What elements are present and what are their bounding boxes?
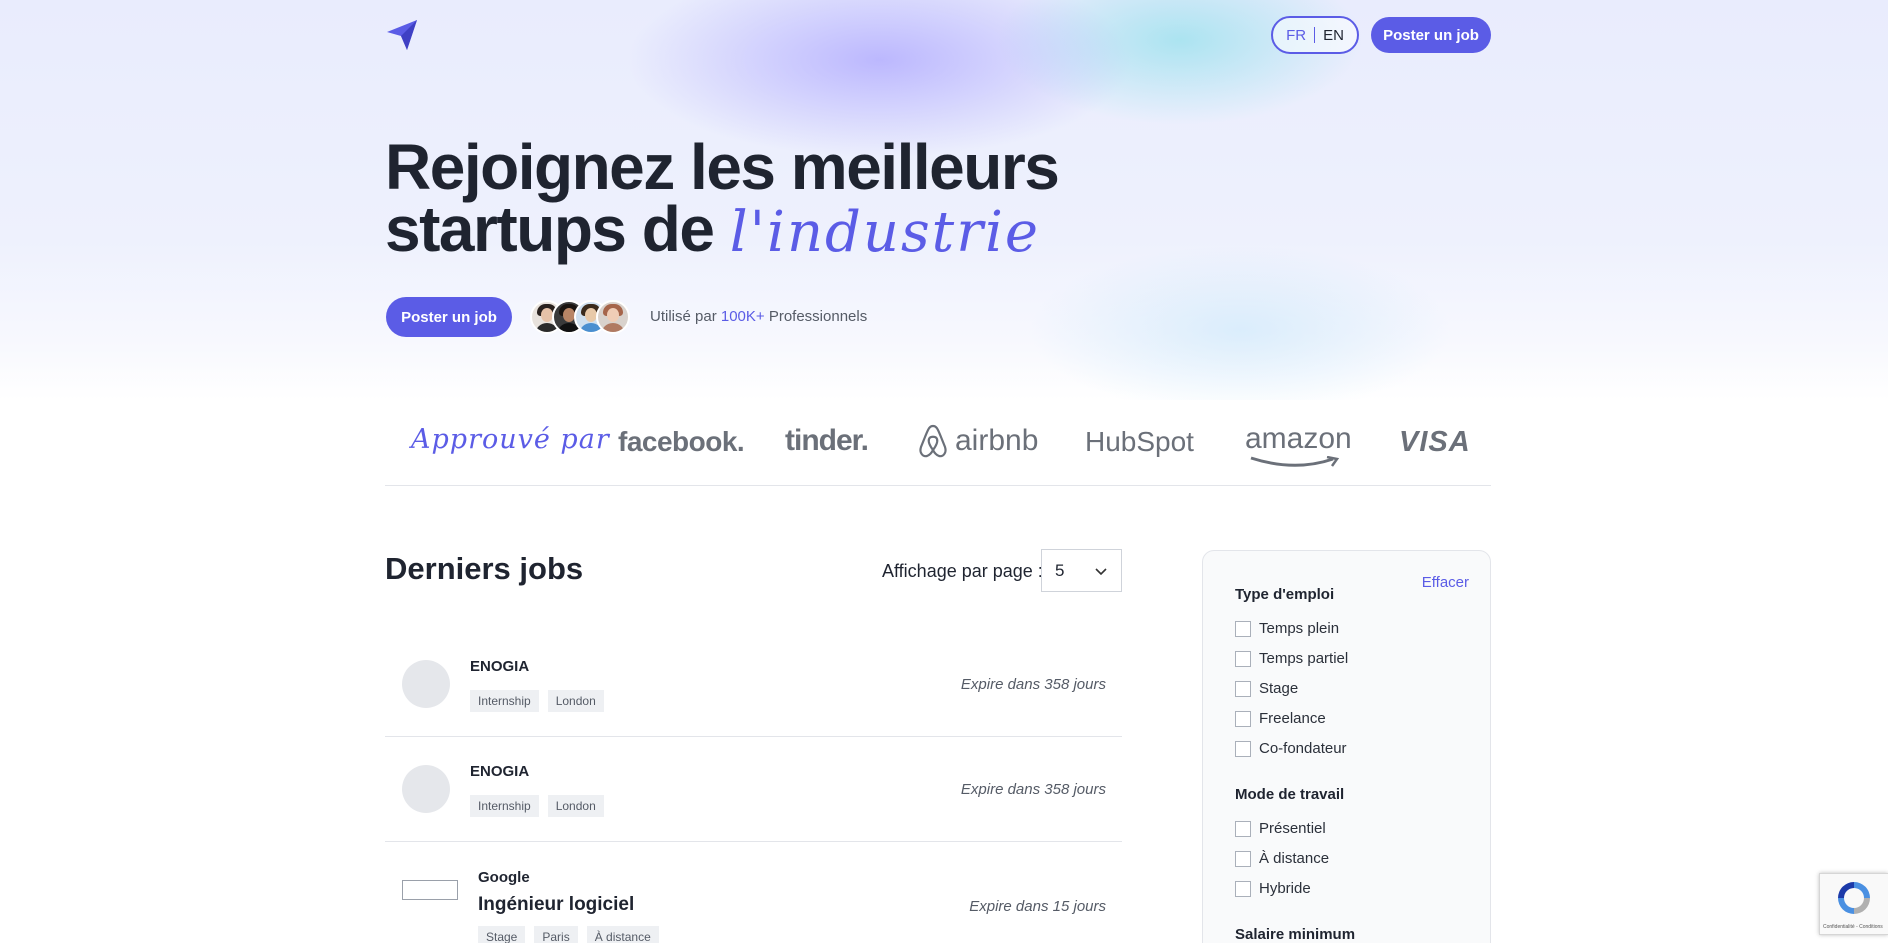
filter-option-part-time[interactable]: Temps partiel [1235,650,1348,667]
filter-option-freelance[interactable]: Freelance [1235,710,1326,727]
per-page-select[interactable]: 5 [1041,549,1122,592]
filters-panel: Effacer Type d'emploi Temps plein Temps … [1202,550,1491,943]
job-tag: Stage [478,926,526,943]
recaptcha-text: Confidentialité - Conditions [1823,924,1883,930]
job-expiry: Expire dans 15 jours [969,898,1106,915]
facebook-logo: facebook. [618,426,745,457]
filter-option-internship[interactable]: Stage [1235,680,1298,697]
filter-option-full-time[interactable]: Temps plein [1235,620,1339,637]
used-by-text: Utilisé par 100K+ Professionnels [650,308,867,325]
job-tag: London [547,795,604,817]
header-post-job-button[interactable]: Poster un job [1371,17,1491,53]
filter-option-cofounder[interactable]: Co-fondateur [1235,740,1347,757]
checkbox[interactable] [1235,710,1251,727]
job-expiry: Expire dans 358 jours [960,781,1106,798]
amazon-wordmark: amazon [1245,422,1352,455]
filter-option-remote[interactable]: À distance [1235,850,1329,867]
broken-company-logo-image [402,880,458,900]
hero-title-line2: startups de l'industrie [385,197,1058,265]
job-row[interactable]: ENOGIA Internship London Expire dans 358… [385,632,1122,737]
latest-jobs-title: Derniers jobs [385,551,584,586]
filter-option-label: Présentiel [1259,820,1326,837]
job-tag: À distance [586,926,659,943]
lang-en-option[interactable]: EN [1323,27,1344,44]
job-title[interactable]: Ingénieur logiciel [478,894,634,916]
used-by-count: 100K+ [720,308,765,325]
job-row[interactable]: Google Ingénieur logiciel Stage Paris À … [385,842,1122,943]
approved-by-strip: Approuvé par facebook. tinder. airbnb Hu… [385,400,1491,486]
filter-option-label: Stage [1259,680,1299,697]
checkbox[interactable] [1235,680,1251,697]
checkbox[interactable] [1235,820,1251,837]
hubspot-logo: HubSpot [1085,426,1194,457]
job-tag: Internship [470,795,539,817]
amazon-smile-icon [1250,456,1340,467]
job-tags: Internship London [470,795,604,817]
recaptcha-icon [1838,882,1870,914]
used-by-suffix: Professionnels [768,308,868,325]
filter-option-label: Hybride [1259,880,1311,897]
tinder-logo: tinder. [785,424,869,457]
filter-option-onsite[interactable]: Présentiel [1235,820,1326,837]
job-tag: Paris [534,926,578,943]
filter-option-hybrid[interactable]: Hybride [1235,880,1311,897]
hero-title-script: l'industrie [729,200,1041,265]
airbnb-wordmark: airbnb [955,424,1039,457]
checkbox[interactable] [1235,650,1251,667]
filter-option-label: Temps plein [1259,620,1340,637]
approved-by-label: Approuvé par [411,424,610,455]
per-page-label: Affichage par page : [882,561,1043,581]
recaptcha-badge[interactable]: Confidentialité - Conditions [1819,873,1888,935]
employment-type-heading: Type d'emploi [1235,586,1335,603]
hero-title-line1: Rejoignez les meilleurs [385,131,1060,203]
hero-title-line2-text: startups de [385,193,715,265]
amazon-logo: amazon [1245,422,1352,467]
work-mode-heading: Mode de travail [1235,786,1345,803]
airbnb-icon [919,424,947,458]
job-company: Google [478,869,530,886]
job-expiry: Expire dans 358 jours [960,676,1106,693]
filter-option-label: À distance [1259,850,1330,867]
min-salary-heading: Salaire minimum [1235,926,1356,943]
airbnb-logo: airbnb [917,423,1038,459]
paper-plane-logo-icon[interactable] [385,18,419,52]
lang-fr-option[interactable]: FR [1286,27,1306,44]
job-tags: Stage Paris À distance [478,926,659,943]
checkbox[interactable] [1235,620,1251,637]
clear-filters-link[interactable]: Effacer [1422,574,1469,591]
checkbox[interactable] [1235,850,1251,867]
hero-title: Rejoignez les meilleurs startups de l'in… [385,131,1060,265]
user-avatars [530,300,630,334]
checkbox[interactable] [1235,740,1251,757]
job-row[interactable]: ENOGIA Internship London Expire dans 358… [385,737,1122,842]
chevron-down-icon [1095,568,1107,576]
per-page-value: 5 [1055,560,1065,580]
job-tag: London [547,690,604,712]
job-tag: Internship [470,690,539,712]
language-toggle[interactable]: FR EN [1271,16,1359,54]
job-tags: Internship London [470,690,604,712]
company-logo-placeholder [402,660,450,708]
lang-divider [1314,27,1316,43]
visa-logo: VISA [1399,426,1471,458]
hero-post-job-button[interactable]: Poster un job [386,297,512,337]
avatar [596,300,630,334]
job-company: ENOGIA [470,763,530,780]
filter-option-label: Freelance [1259,710,1326,727]
used-by-prefix: Utilisé par [650,308,717,325]
filter-option-label: Temps partiel [1259,650,1349,667]
company-logo-placeholder [402,765,450,813]
checkbox[interactable] [1235,880,1251,897]
job-company: ENOGIA [470,658,530,675]
filter-option-label: Co-fondateur [1259,740,1347,757]
